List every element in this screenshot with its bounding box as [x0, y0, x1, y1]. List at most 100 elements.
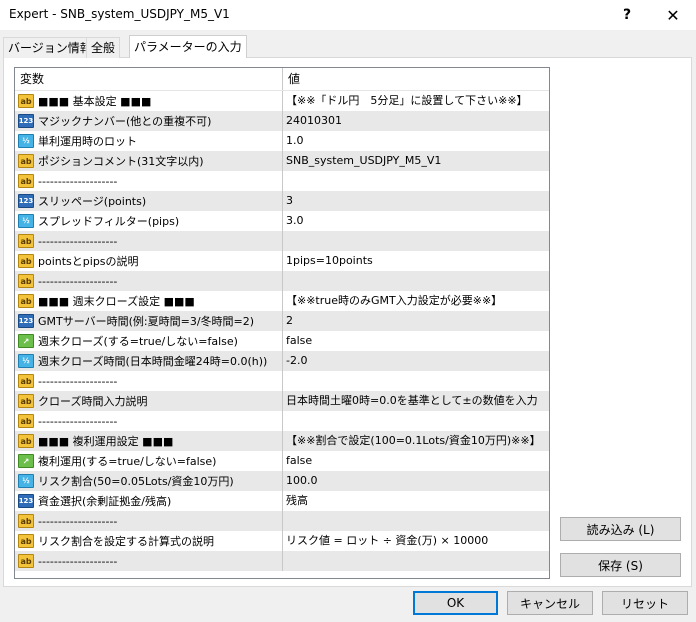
param-name-cell[interactable]: ab クローズ時間入力説明: [15, 391, 283, 411]
param-name-cell[interactable]: 123 GMTサーバー時間(例:夏時間=3/冬時間=2): [15, 311, 283, 331]
param-name-cell[interactable]: ↗ 複利運用(する=true/しない=false): [15, 451, 283, 471]
table-row[interactable]: ab pointsとpipsの説明 1pips=10points: [15, 251, 549, 271]
param-name: --------------------: [38, 514, 118, 528]
table-row[interactable]: ab クローズ時間入力説明 日本時間土曜0時=0.0を基準として±の数値を入力: [15, 391, 549, 411]
table-row[interactable]: 123 GMTサーバー時間(例:夏時間=3/冬時間=2) 2: [15, 311, 549, 331]
table-row[interactable]: ↗ 週末クローズ(する=true/しない=false) false: [15, 331, 549, 351]
table-row[interactable]: ab --------------------: [15, 231, 549, 251]
param-name-cell[interactable]: 123 スリッページ(points): [15, 191, 283, 211]
param-name-cell[interactable]: ab ■■■ 週末クローズ設定 ■■■: [15, 291, 283, 311]
param-name-cell[interactable]: ab pointsとpipsの説明: [15, 251, 283, 271]
param-value-cell[interactable]: [283, 371, 549, 391]
cancel-button[interactable]: キャンセル: [507, 591, 593, 615]
param-value-cell[interactable]: false: [283, 331, 549, 351]
param-name-cell[interactable]: ab --------------------: [15, 511, 283, 531]
table-row[interactable]: ½ スプレッドフィルター(pips) 3.0: [15, 211, 549, 231]
param-name-cell[interactable]: ½ 週末クローズ時間(日本時間金曜24時=0.0(h)): [15, 351, 283, 371]
param-name: --------------------: [38, 174, 118, 188]
close-button[interactable]: ✕: [650, 0, 696, 30]
param-value-cell[interactable]: リスク値 = ロット ÷ 資金(万) × 10000: [283, 531, 549, 551]
param-value-cell[interactable]: 1pips=10points: [283, 251, 549, 271]
param-value-cell[interactable]: 2: [283, 311, 549, 331]
param-name: --------------------: [38, 374, 118, 388]
param-name-cell[interactable]: ½ リスク割合(50=0.05Lots/資金10万円): [15, 471, 283, 491]
param-name-cell[interactable]: ab --------------------: [15, 371, 283, 391]
param-value-cell[interactable]: [283, 411, 549, 431]
param-name-cell[interactable]: ab --------------------: [15, 411, 283, 431]
table-row[interactable]: ab --------------------: [15, 371, 549, 391]
table-row[interactable]: ½ リスク割合(50=0.05Lots/資金10万円) 100.0: [15, 471, 549, 491]
param-name: --------------------: [38, 234, 118, 248]
text-type-icon: ab: [18, 554, 34, 568]
param-value-cell[interactable]: 24010301: [283, 111, 549, 131]
reset-button[interactable]: リセット: [602, 591, 688, 615]
param-name-cell[interactable]: ab --------------------: [15, 551, 283, 571]
header-value[interactable]: 値: [283, 68, 549, 90]
param-value-cell[interactable]: [283, 551, 549, 571]
param-value-cell[interactable]: false: [283, 451, 549, 471]
param-name-cell[interactable]: ↗ 週末クローズ(する=true/しない=false): [15, 331, 283, 351]
param-name-cell[interactable]: 123 マジックナンバー(他との重複不可): [15, 111, 283, 131]
param-name-cell[interactable]: ab リスク割合を設定する計算式の説明: [15, 531, 283, 551]
param-name-cell[interactable]: ½ 単利運用時のロット: [15, 131, 283, 151]
title-bar: Expert - SNB_system_USDJPY_M5_V1 ? ✕: [0, 0, 696, 30]
table-row[interactable]: ab ポジションコメント(31文字以内) SNB_system_USDJPY_M5_…: [15, 151, 549, 171]
param-value-cell[interactable]: 100.0: [283, 471, 549, 491]
param-value-cell[interactable]: -2.0: [283, 351, 549, 371]
param-name: ■■■ 基本設定 ■■■: [38, 95, 152, 108]
table-row[interactable]: 123 マジックナンバー(他との重複不可) 24010301: [15, 111, 549, 131]
table-row[interactable]: 123 スリッページ(points) 3: [15, 191, 549, 211]
param-name-cell[interactable]: ab ポジションコメント(31文字以内): [15, 151, 283, 171]
param-name-cell[interactable]: ab --------------------: [15, 171, 283, 191]
param-value-cell[interactable]: [283, 231, 549, 251]
param-value-cell[interactable]: 3: [283, 191, 549, 211]
param-value-cell[interactable]: 1.0: [283, 131, 549, 151]
param-name: 複利運用(する=true/しない=false): [38, 455, 217, 468]
table-row[interactable]: ab ■■■ 週末クローズ設定 ■■■ 【※※true時のみGMT入力設定が必要※※…: [15, 291, 549, 311]
param-value-cell[interactable]: [283, 271, 549, 291]
table-row[interactable]: ab ■■■ 基本設定 ■■■ 【※※「ドル円 5分足」に設置して下さい※※】: [15, 91, 549, 111]
bool-type-icon: ↗: [18, 454, 34, 468]
header-variable[interactable]: 変数: [15, 68, 283, 90]
table-row[interactable]: ab リスク割合を設定する計算式の説明 リスク値 = ロット ÷ 資金(万) × 1…: [15, 531, 549, 551]
param-name: --------------------: [38, 554, 118, 568]
enum-type-icon: 123: [18, 494, 34, 508]
param-name-cell[interactable]: ab --------------------: [15, 271, 283, 291]
table-row[interactable]: 123 資金選択(余剰証拠金/残高) 残高: [15, 491, 549, 511]
param-value-cell[interactable]: [283, 171, 549, 191]
save-button[interactable]: 保存 (S): [560, 553, 681, 577]
param-name-cell[interactable]: 123 資金選択(余剰証拠金/残高): [15, 491, 283, 511]
param-name-cell[interactable]: ab --------------------: [15, 231, 283, 251]
table-row[interactable]: ↗ 複利運用(する=true/しない=false) false: [15, 451, 549, 471]
param-value-cell[interactable]: 【※※割合で設定(100=0.1Lots/資金10万円)※※】: [283, 431, 549, 451]
param-value-cell[interactable]: 【※※true時のみGMT入力設定が必要※※】: [283, 291, 549, 311]
param-name-cell[interactable]: ½ スプレッドフィルター(pips): [15, 211, 283, 231]
param-name: スリッページ(points): [38, 195, 147, 208]
ok-button[interactable]: OK: [413, 591, 498, 615]
table-row[interactable]: ½ 週末クローズ時間(日本時間金曜24時=0.0(h)) -2.0: [15, 351, 549, 371]
text-type-icon: ab: [18, 234, 34, 248]
table-row[interactable]: ab --------------------: [15, 511, 549, 531]
param-value-cell[interactable]: 3.0: [283, 211, 549, 231]
tab-version-info[interactable]: バージョン情報: [3, 37, 97, 58]
table-row[interactable]: ab ■■■ 複利運用設定 ■■■ 【※※割合で設定(100=0.1Lots/資金1…: [15, 431, 549, 451]
table-row[interactable]: ½ 単利運用時のロット 1.0: [15, 131, 549, 151]
table-row[interactable]: ab --------------------: [15, 551, 549, 571]
load-button[interactable]: 読み込み (L): [560, 517, 681, 541]
param-value-cell[interactable]: 日本時間土曜0時=0.0を基準として±の数値を入力: [283, 391, 549, 411]
table-row[interactable]: ab --------------------: [15, 411, 549, 431]
tab-general[interactable]: 全般: [86, 37, 121, 58]
param-name-cell[interactable]: ab ■■■ 基本設定 ■■■: [15, 91, 283, 111]
table-row[interactable]: ab --------------------: [15, 171, 549, 191]
text-type-icon: ab: [18, 174, 34, 188]
param-name-cell[interactable]: ab ■■■ 複利運用設定 ■■■: [15, 431, 283, 451]
param-value-cell[interactable]: SNB_system_USDJPY_M5_V1: [283, 151, 549, 171]
param-value-cell[interactable]: 【※※「ドル円 5分足」に設置して下さい※※】: [283, 91, 549, 111]
text-type-icon: ab: [18, 154, 34, 168]
param-value-cell[interactable]: 残高: [283, 491, 549, 511]
param-value-cell[interactable]: [283, 511, 549, 531]
tab-parameters[interactable]: パラメーターの入力: [129, 35, 247, 58]
table-row[interactable]: ab --------------------: [15, 271, 549, 291]
grid-header: 変数 値: [15, 68, 549, 91]
help-button[interactable]: ?: [604, 0, 650, 30]
